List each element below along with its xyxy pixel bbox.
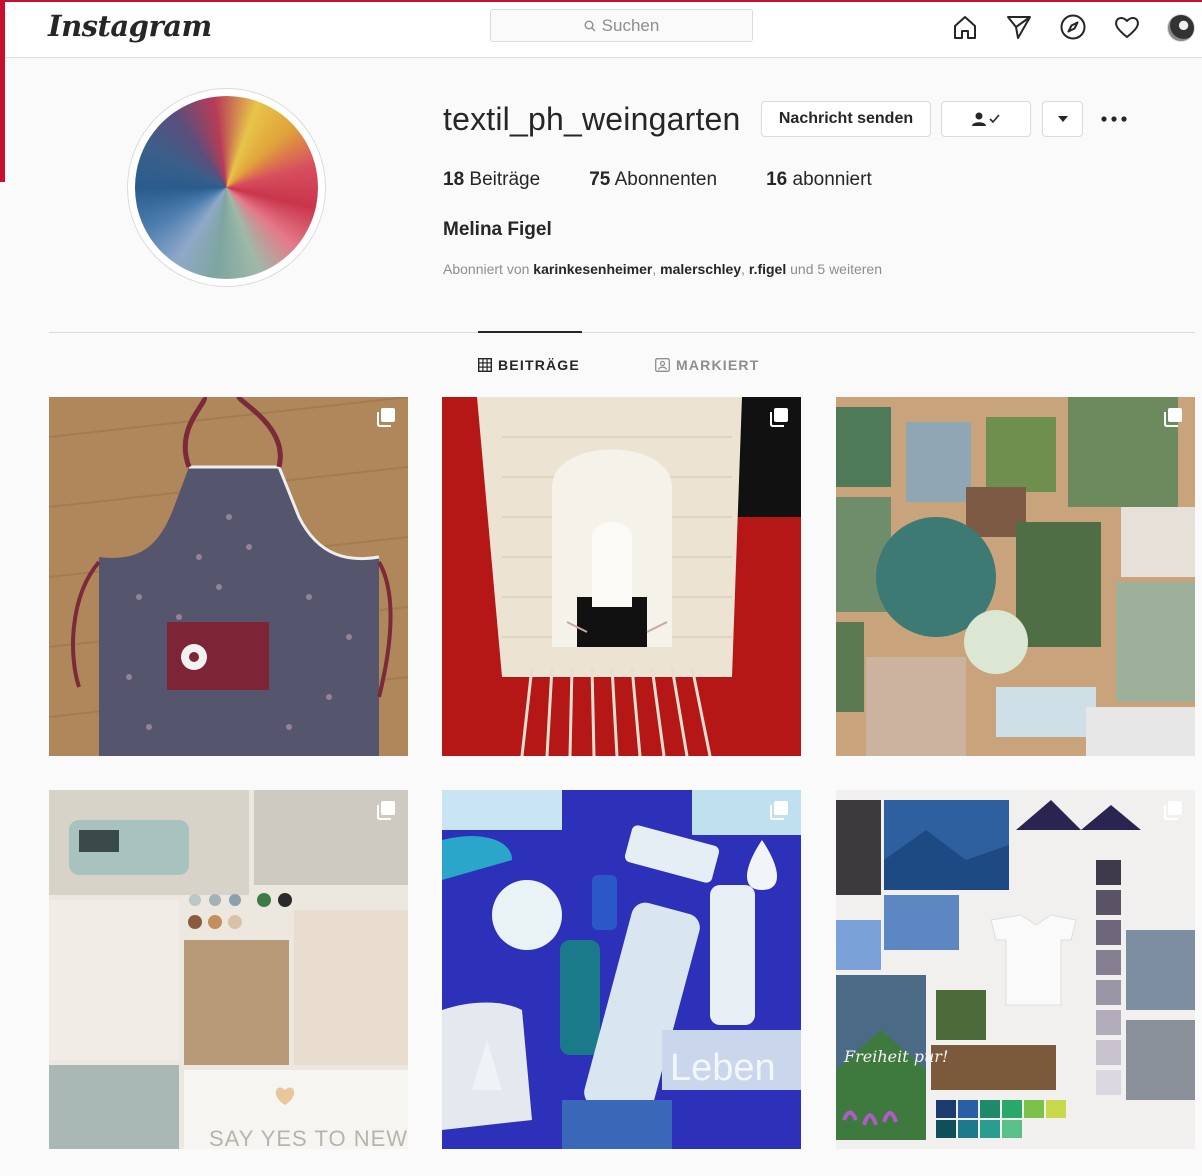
followed-by-suffix: und 5 weiteren (790, 261, 882, 277)
alps-moodboard-image: Freiheit pur! (836, 790, 1195, 1149)
tabs-divider (49, 332, 1195, 333)
post-thumbnail[interactable]: Leben (442, 790, 801, 1149)
profile-username: textil_ph_weingarten (443, 101, 741, 137)
nav-icons (950, 12, 1142, 42)
tab-posts[interactable]: BEITRÄGE (478, 357, 580, 373)
multiple-posts-icon (1164, 408, 1182, 427)
instagram-profile-page: Instagram Suchen textil_ph_weingarten Na… (0, 0, 1202, 1176)
heart-icon[interactable] (1112, 12, 1142, 42)
post-thumbnail[interactable] (442, 397, 801, 756)
suggestions-dropdown-button[interactable] (1042, 101, 1083, 137)
caret-down-icon (1057, 116, 1068, 122)
followed-by-user[interactable]: r.figel (749, 261, 786, 277)
post-thumbnail[interactable]: SAY YES TO NEW (49, 790, 408, 1149)
caption-text: SAY YES TO NEW (209, 1126, 408, 1149)
tab-posts-label: BEITRÄGE (498, 357, 580, 373)
tab-tagged[interactable]: MARKIERT (655, 357, 759, 373)
posts-label: Beiträge (469, 169, 541, 190)
weaving-image (442, 397, 801, 756)
ellipsis-icon (1101, 116, 1127, 122)
following-label: abonniert (792, 169, 872, 190)
posts-stat: 18 Beiträge (443, 169, 540, 191)
blue-moodboard-image: Leben (442, 790, 801, 1149)
following-button[interactable] (941, 101, 1031, 137)
following-stat[interactable]: 16 abonniert (766, 169, 872, 191)
tab-tagged-label: MARKIERT (676, 357, 760, 373)
profile-avatar-icon[interactable] (1167, 14, 1195, 42)
followed-by-user[interactable]: karinkesenheimer (533, 261, 652, 277)
instagram-logo[interactable]: Instagram (48, 9, 212, 43)
nature-moodboard-image (836, 397, 1195, 756)
multiple-posts-icon (377, 801, 395, 820)
following-count: 16 (766, 169, 788, 190)
profile-full-name: Melina Figel (443, 219, 552, 240)
caption-text: Freiheit pur! (843, 1047, 948, 1066)
search-input[interactable]: Suchen (490, 9, 753, 42)
beige-moodboard-image: SAY YES TO NEW (49, 790, 408, 1149)
caption-text: Leben (670, 1047, 776, 1089)
followed-by-text[interactable]: Abonniert von karinkesenheimer, malersch… (443, 261, 882, 277)
post-thumbnail[interactable]: Freiheit pur! (836, 790, 1195, 1149)
left-red-marker (0, 0, 5, 182)
grid-icon (478, 358, 492, 372)
direct-icon[interactable] (1004, 12, 1034, 42)
active-tab-indicator (478, 331, 582, 333)
search-placeholder: Suchen (601, 15, 660, 35)
send-message-button[interactable]: Nachricht senden (761, 101, 931, 137)
followers-stat[interactable]: 75 Abonnenten (589, 169, 717, 191)
followers-label: Abonnenten (614, 169, 718, 190)
multiple-posts-icon (377, 408, 395, 427)
profile-picture-image (135, 96, 318, 279)
home-icon[interactable] (950, 12, 980, 42)
posts-count: 18 (443, 169, 465, 190)
tagged-person-icon (655, 358, 670, 372)
search-icon (584, 20, 596, 31)
followed-by-prefix: Abonniert von (443, 261, 530, 277)
profile-stats: 18 Beiträge 75 Abonnenten 16 abonniert (443, 169, 921, 191)
post-thumbnail[interactable] (49, 397, 408, 756)
followed-by-user[interactable]: malerschley (660, 261, 741, 277)
more-options-button[interactable] (1099, 106, 1129, 132)
multiple-posts-icon (1164, 801, 1182, 820)
top-navbar: Instagram Suchen (6, 2, 1202, 58)
explore-icon[interactable] (1058, 12, 1088, 42)
multiple-posts-icon (770, 408, 788, 427)
multiple-posts-icon (770, 801, 788, 820)
profile-picture[interactable] (127, 88, 326, 287)
followers-count: 75 (589, 169, 611, 190)
post-thumbnail[interactable] (836, 397, 1195, 756)
apron-image (49, 397, 408, 756)
person-check-icon (972, 112, 1000, 126)
